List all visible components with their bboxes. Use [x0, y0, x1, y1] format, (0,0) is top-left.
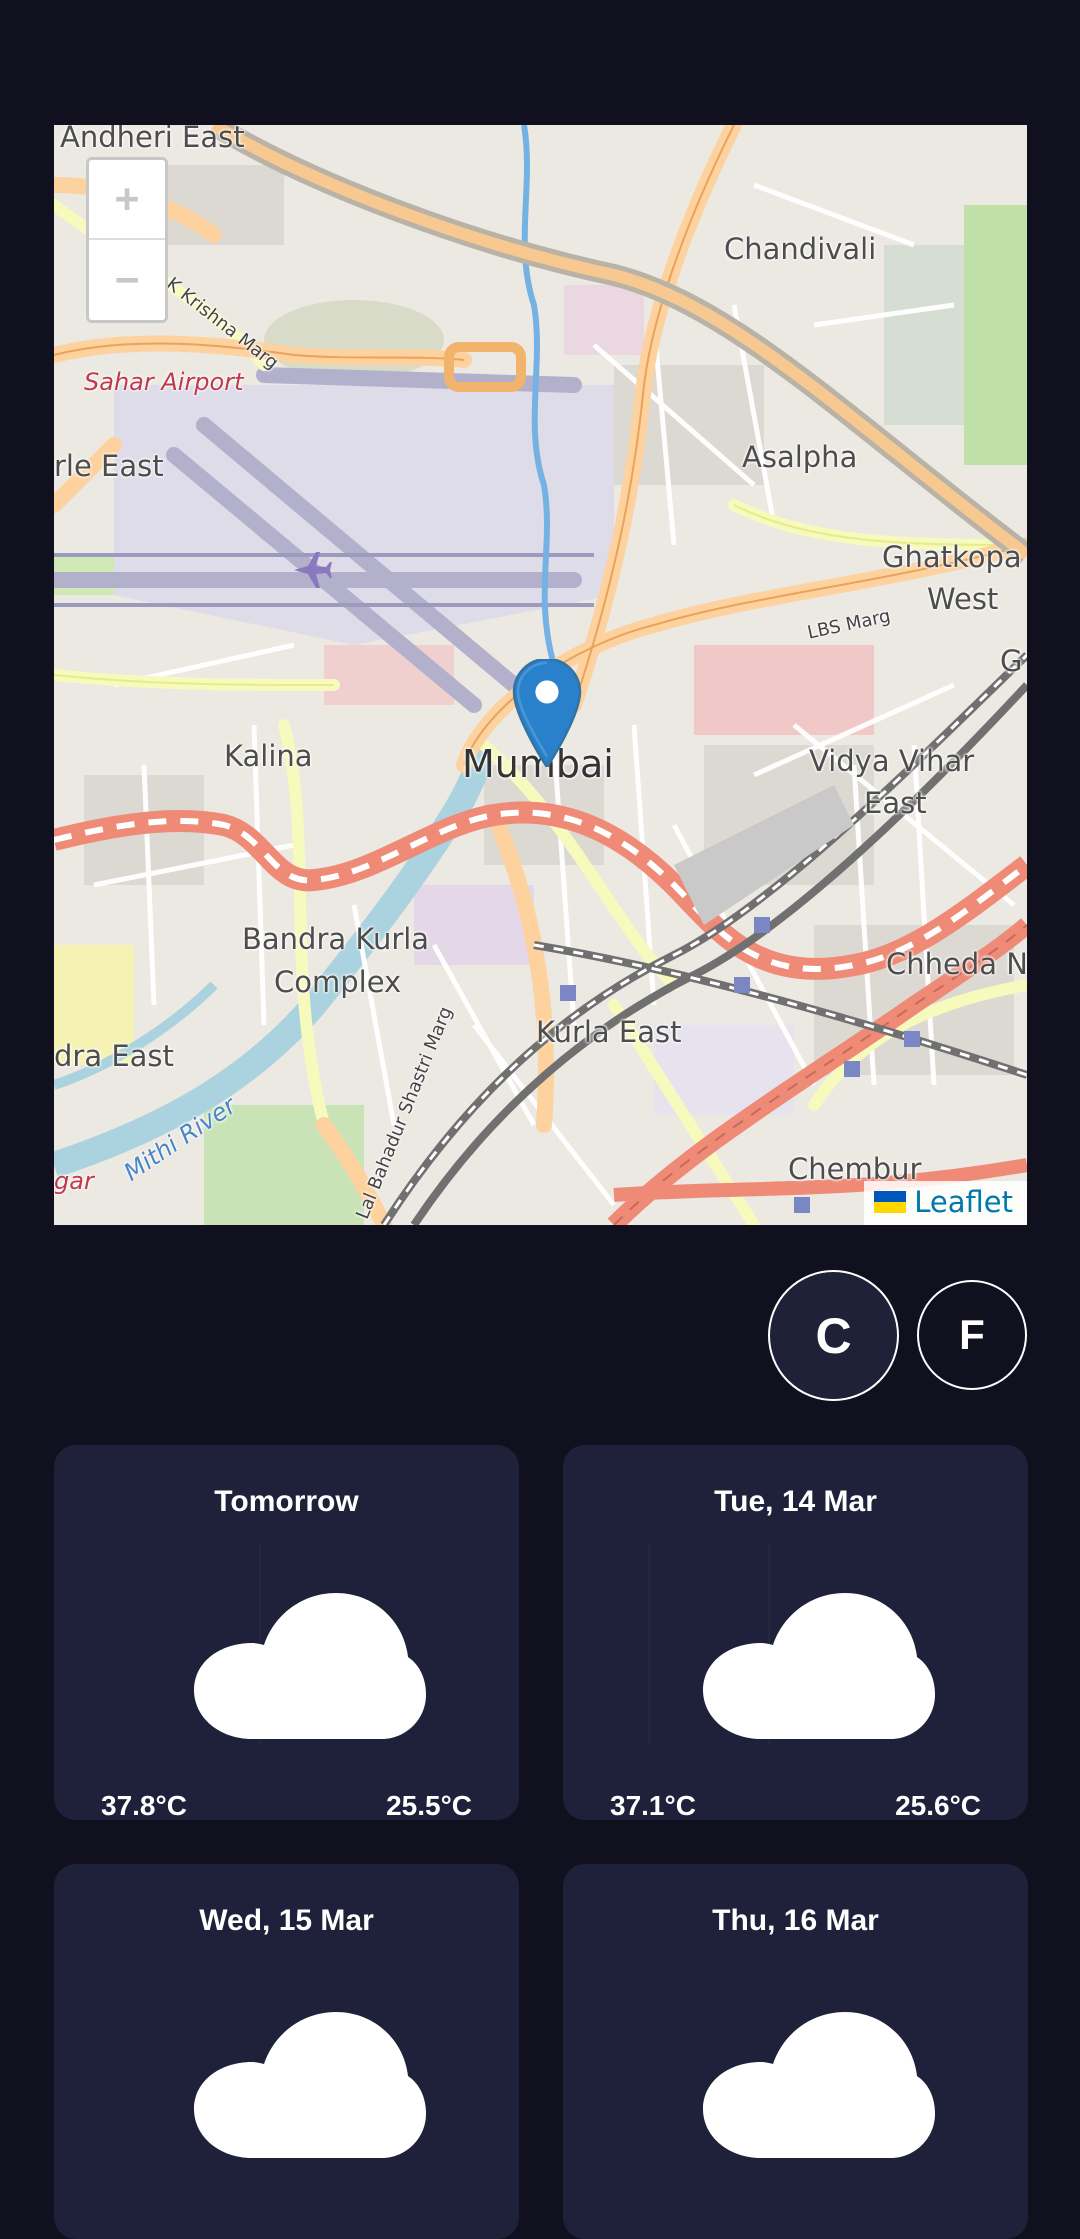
map-pin-icon[interactable]: [512, 659, 582, 767]
map-label-ghatkopar-west-2: West: [927, 582, 999, 616]
map-label-ghatkopar-west: Ghatkopa: [882, 540, 1022, 574]
cloud-icon: [194, 2012, 426, 2158]
forecast-day: Wed, 15 Mar: [199, 1904, 374, 1937]
cloud-icon: [703, 2012, 935, 2158]
forecast-card[interactable]: Tomorrow 37.8°C 25.5°C: [54, 1445, 519, 1820]
map-label-g-edge: G: [1000, 644, 1023, 678]
map-label-sahar-airport: Sahar Airport: [84, 368, 244, 396]
leaflet-link[interactable]: Leaflet: [914, 1185, 1013, 1219]
map-label-vidya-vihar-east-2: East: [864, 786, 927, 820]
cloud-icon: [194, 1593, 426, 1739]
cloud-icon: [703, 1593, 935, 1739]
map-label-bandra-kurla-complex: Bandra Kurla: [242, 922, 430, 956]
map-label-kalina: Kalina: [224, 739, 313, 773]
zoom-in-button[interactable]: +: [89, 160, 165, 240]
map-label-chandivali: Chandivali: [724, 232, 877, 266]
fahrenheit-button[interactable]: F: [917, 1280, 1027, 1390]
map-label-gar: gar: [54, 1167, 94, 1195]
forecast-card[interactable]: Tue, 14 Mar 37.1°C 25.6°C: [563, 1445, 1028, 1820]
forecast-min-temp: 25.5°C: [386, 1790, 472, 1820]
map-label-vidya-vihar-east: Vidya Vihar: [809, 744, 975, 778]
map-attribution: Leaflet: [864, 1181, 1027, 1225]
map-label-kurla-east: Kurla East: [536, 1015, 682, 1049]
forecast-card[interactable]: Wed, 15 Mar: [54, 1864, 519, 2239]
location-map[interactable]: Andheri East Chandivali K Krishna Marg S…: [54, 125, 1027, 1225]
forecast-day: Tue, 14 Mar: [714, 1485, 877, 1518]
map-label-bandra-east: dra East: [54, 1039, 174, 1073]
forecast-day: Thu, 16 Mar: [712, 1904, 879, 1937]
zoom-out-button[interactable]: −: [89, 240, 165, 320]
forecast-day: Tomorrow: [214, 1485, 359, 1518]
forecast-max-temp: 37.1°C: [610, 1790, 696, 1820]
map-label-vile-parle-east: rle East: [54, 449, 164, 483]
ukraine-flag-icon: [874, 1191, 907, 1213]
map-label-andheri-east: Andheri East: [60, 125, 245, 154]
map-label-bandra-kurla-complex-2: Complex: [274, 965, 402, 999]
forecast-max-temp: 37.8°C: [101, 1790, 187, 1820]
map-label-chembur: Chembur: [788, 1152, 922, 1186]
zoom-control: + −: [86, 157, 168, 323]
forecast-min-temp: 25.6°C: [895, 1790, 981, 1820]
map-label-chheda-nagar: Chheda N: [886, 947, 1027, 981]
celsius-button[interactable]: C: [768, 1270, 899, 1401]
map-label-asalpha: Asalpha: [742, 440, 858, 474]
forecast-card[interactable]: Thu, 16 Mar: [563, 1864, 1028, 2239]
